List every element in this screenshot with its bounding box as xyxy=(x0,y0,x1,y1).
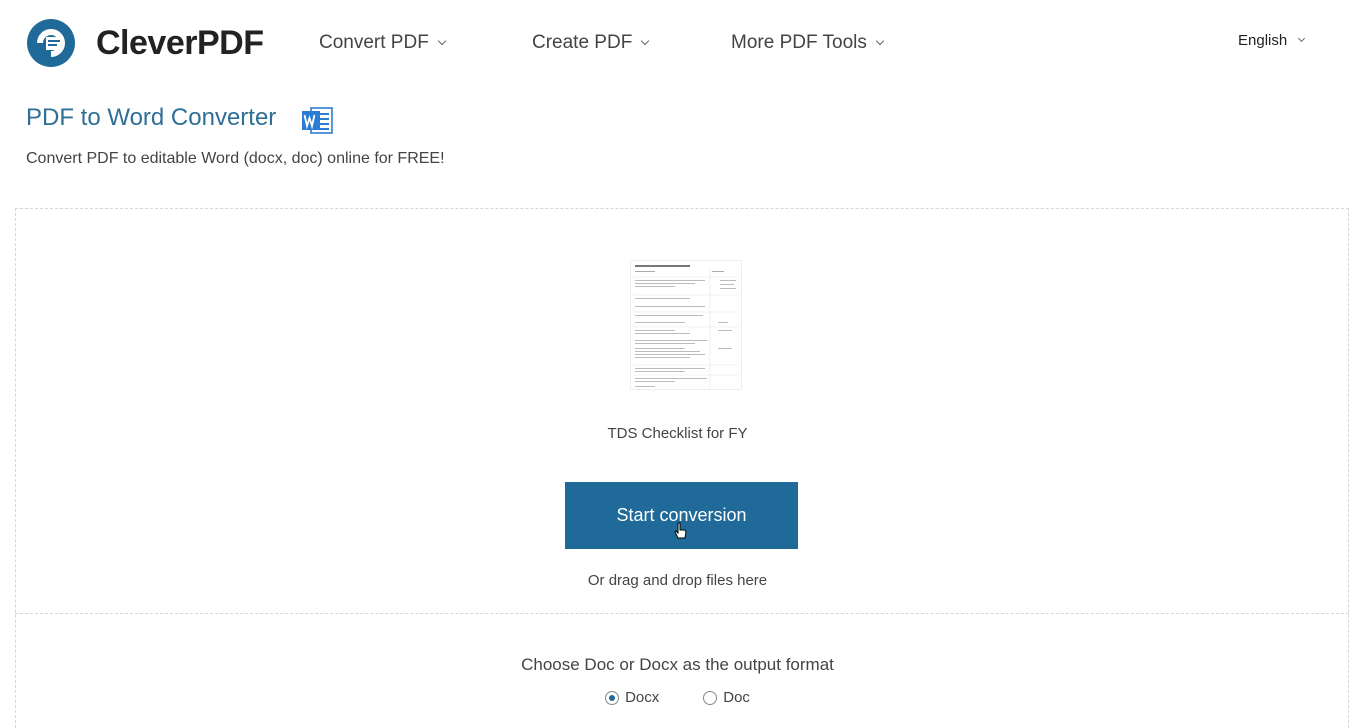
cleverpdf-logo-icon xyxy=(27,19,75,67)
doc-radio[interactable] xyxy=(703,690,718,705)
chevron-down-icon xyxy=(1298,34,1306,43)
language-selector[interactable]: English xyxy=(1238,32,1306,49)
file-name: TDS Checklist for FY xyxy=(607,425,748,442)
nav-more-pdf-tools[interactable]: More PDF Tools xyxy=(731,32,885,54)
chevron-down-icon xyxy=(875,36,885,45)
docx-label: Docx xyxy=(625,689,660,706)
nav-label: Create PDF xyxy=(532,32,633,53)
nav-label: More PDF Tools xyxy=(731,32,867,53)
pdf-thumbnail[interactable] xyxy=(630,260,742,390)
word-file-icon xyxy=(302,107,333,134)
drag-drop-hint: Or drag and drop files here xyxy=(587,572,768,589)
logo-text: CleverPDF xyxy=(96,23,264,62)
nav-create-pdf[interactable]: Create PDF xyxy=(532,32,650,54)
output-format-label: Choose Doc or Docx as the output format xyxy=(521,655,834,674)
logo[interactable]: CleverPDF xyxy=(26,18,264,68)
nav-convert-pdf[interactable]: Convert PDF xyxy=(319,32,447,54)
chevron-down-icon xyxy=(437,36,447,45)
panel-divider xyxy=(15,613,1349,614)
doc-option[interactable]: Doc xyxy=(703,689,750,706)
docx-option[interactable]: Docx xyxy=(605,689,659,706)
nav-label: Convert PDF xyxy=(319,32,429,53)
language-label: English xyxy=(1238,32,1288,49)
docx-radio[interactable] xyxy=(605,690,620,705)
pointer-cursor-icon xyxy=(674,522,687,539)
chevron-down-icon xyxy=(641,36,650,45)
page-subtitle: Convert PDF to editable Word (docx, doc)… xyxy=(26,150,445,167)
site-header: CleverPDF Convert PDF Create PDF More PD… xyxy=(0,0,1355,88)
doc-label: Doc xyxy=(723,689,750,706)
page-title: PDF to Word Converter xyxy=(26,104,277,131)
output-format-options: Docx Doc xyxy=(0,689,1355,706)
